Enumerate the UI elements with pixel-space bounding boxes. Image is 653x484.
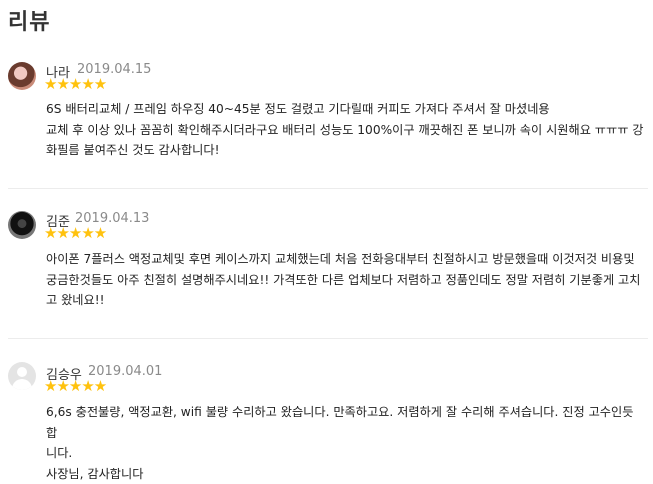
review-text: 6,6s 충전불량, 액정교환, wifi 불량 수리하고 왔습니다. 만족하고… [46,405,634,481]
review-divider [8,338,648,339]
review-text: 아이폰 7플러스 액정교체및 후면 케이스까지 교체했는데 처음 전화응대부터 … [46,252,641,307]
default-user-avatar-icon[interactable] [8,362,36,390]
avatar-body-shape [12,379,32,390]
rating-stars: ★★★★★ [44,224,107,242]
rating-stars: ★★★★★ [44,75,107,93]
user-avatar[interactable] [8,211,36,239]
avatar-head-shape [17,367,27,377]
page-title: 리뷰 [8,10,51,35]
rating-stars: ★★★★★ [44,377,107,395]
review-divider [8,188,648,189]
review-text: 6S 배터리교체 / 프레임 하우징 40~45분 정도 걸렸고 기다릴때 커피… [46,102,644,157]
user-avatar[interactable] [8,62,36,90]
